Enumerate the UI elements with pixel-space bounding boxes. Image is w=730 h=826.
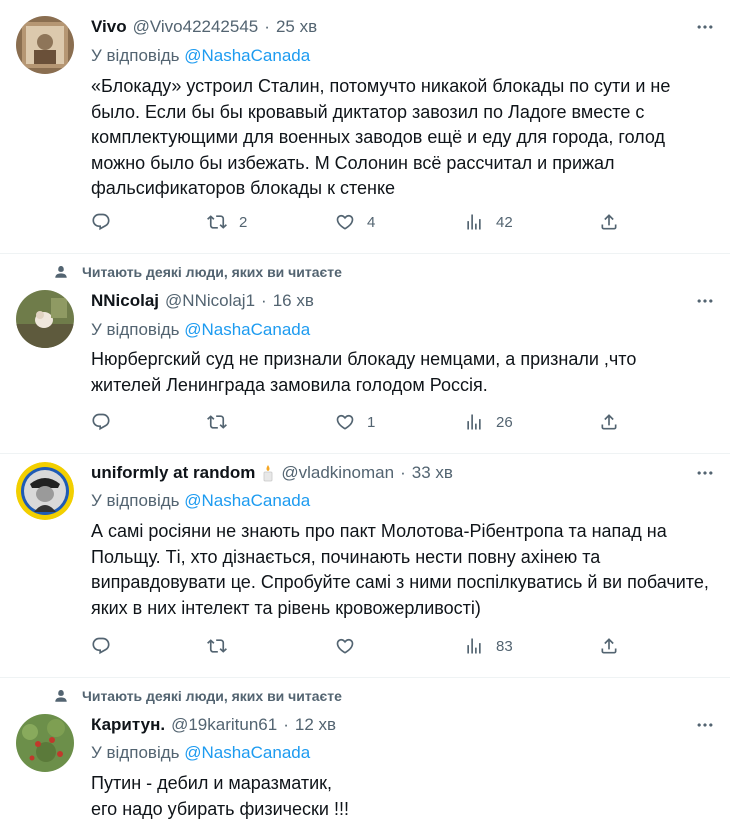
tweet-header: NNicolaj @NNicolaj1 · 16 хв (91, 291, 314, 311)
person-icon (54, 689, 68, 703)
tweet-header: uniformly at random @vladkinoman · 33 хв (91, 463, 453, 483)
retweet-icon (207, 412, 227, 432)
tweet-text: Путин - дебил и маразматик, его надо уби… (91, 773, 349, 819)
share-button[interactable] (599, 212, 619, 232)
timestamp[interactable]: 33 хв (412, 463, 453, 483)
views-icon (464, 412, 484, 432)
user-handle[interactable]: @NNicolaj1 (165, 291, 255, 311)
retweet-count: 2 (239, 213, 248, 231)
reply-mention-link[interactable]: @NashaCanada (184, 491, 310, 510)
avatar[interactable] (16, 462, 74, 520)
timestamp[interactable]: 16 хв (273, 291, 314, 311)
tweet-header: Vivo @Vivo42242545 · 25 хв (91, 17, 317, 37)
share-icon (599, 212, 619, 232)
tweet-text: А самі росіяни не знають про пакт Молото… (91, 521, 714, 618)
views-icon (464, 212, 484, 232)
separator-dot: · (264, 17, 270, 36)
view-count: 26 (496, 413, 513, 431)
social-context-text: Читають деякі люди, яких ви читаєте (82, 688, 342, 704)
timestamp[interactable]: 25 хв (276, 17, 317, 37)
share-button[interactable] (599, 636, 619, 656)
candle-icon (263, 465, 273, 482)
view-count: 42 (496, 213, 513, 231)
user-name[interactable]: uniformly at random (91, 463, 255, 483)
reply-context: У відповідь @NashaCanada (91, 46, 310, 66)
reply-context: У відповідь @NashaCanada (91, 491, 310, 511)
person-icon (54, 265, 68, 279)
reply-prefix: У відповідь (91, 46, 180, 65)
tweet-actions: 1 26 (91, 412, 631, 436)
reply-icon (91, 412, 111, 432)
views-button[interactable]: 83 (464, 636, 513, 656)
separator-dot: · (261, 291, 267, 310)
avatar[interactable] (16, 290, 74, 348)
reply-mention-link[interactable]: @NashaCanada (184, 743, 310, 762)
timestamp[interactable]: 12 хв (295, 715, 336, 735)
reply-prefix: У відповідь (91, 491, 180, 510)
more-icon[interactable] (694, 290, 716, 312)
share-icon (599, 636, 619, 656)
user-handle[interactable]: @Vivo42242545 (133, 17, 259, 37)
avatar[interactable] (16, 714, 74, 772)
tweet-uniformly-at-random[interactable]: uniformly at random @vladkinoman · 33 хв… (0, 454, 730, 678)
retweet-icon (207, 636, 227, 656)
views-icon (464, 636, 484, 656)
user-name[interactable]: NNicolaj (91, 291, 159, 311)
tweet-actions: 83 (91, 636, 631, 660)
social-context-text: Читають деякі люди, яких ви читаєте (82, 264, 342, 280)
tweet-text: «Блокаду» устроил Сталин, потомучто ника… (91, 76, 676, 198)
retweet-button[interactable] (207, 636, 227, 656)
reply-button[interactable] (91, 412, 111, 432)
user-handle[interactable]: @vladkinoman (281, 463, 394, 483)
reply-icon (91, 636, 111, 656)
like-count: 1 (367, 413, 376, 431)
like-button[interactable]: 4 (335, 212, 375, 232)
reply-mention-link[interactable]: @NashaCanada (184, 46, 310, 65)
tweet-karitun[interactable]: Читають деякі люди, яких ви читаєте Кари… (0, 678, 730, 826)
reply-prefix: У відповідь (91, 320, 180, 339)
social-context: Читають деякі люди, яких ви читаєте (54, 688, 342, 704)
tweet-nnicolaj[interactable]: Читають деякі люди, яких ви читаєте NNic… (0, 254, 730, 454)
tweet-header: Каритун. @19karitun61 · 12 хв (91, 715, 336, 735)
like-icon (335, 212, 355, 232)
more-icon[interactable] (694, 16, 716, 38)
retweet-icon (207, 212, 227, 232)
reply-context: У відповідь @NashaCanada (91, 743, 310, 763)
user-name[interactable]: Каритун. (91, 715, 165, 735)
separator-dot: · (283, 715, 289, 734)
views-button[interactable]: 42 (464, 212, 513, 232)
reply-mention-link[interactable]: @NashaCanada (184, 320, 310, 339)
like-icon (335, 636, 355, 656)
retweet-button[interactable] (207, 412, 227, 432)
view-count: 83 (496, 637, 513, 655)
share-button[interactable] (599, 412, 619, 432)
social-context: Читають деякі люди, яких ви читаєте (54, 264, 342, 280)
tweet-vivo[interactable]: Vivo @Vivo42242545 · 25 хв У відповідь @… (0, 0, 730, 254)
reply-icon (91, 212, 111, 232)
separator-dot: · (400, 463, 406, 482)
more-icon[interactable] (694, 714, 716, 736)
user-handle[interactable]: @19karitun61 (171, 715, 277, 735)
tweet-text: Нюрбергский суд не признали блокаду немц… (91, 349, 642, 395)
like-button[interactable] (335, 636, 355, 656)
retweet-button[interactable]: 2 (207, 212, 247, 232)
user-name[interactable]: Vivo (91, 17, 127, 37)
tweet-actions: 2 4 42 (91, 212, 631, 236)
like-icon (335, 412, 355, 432)
views-button[interactable]: 26 (464, 412, 513, 432)
avatar[interactable] (16, 16, 74, 74)
reply-button[interactable] (91, 636, 111, 656)
more-icon[interactable] (694, 462, 716, 484)
share-icon (599, 412, 619, 432)
reply-context: У відповідь @NashaCanada (91, 320, 310, 340)
reply-prefix: У відповідь (91, 743, 180, 762)
like-button[interactable]: 1 (335, 412, 375, 432)
reply-button[interactable] (91, 212, 111, 232)
like-count: 4 (367, 213, 376, 231)
